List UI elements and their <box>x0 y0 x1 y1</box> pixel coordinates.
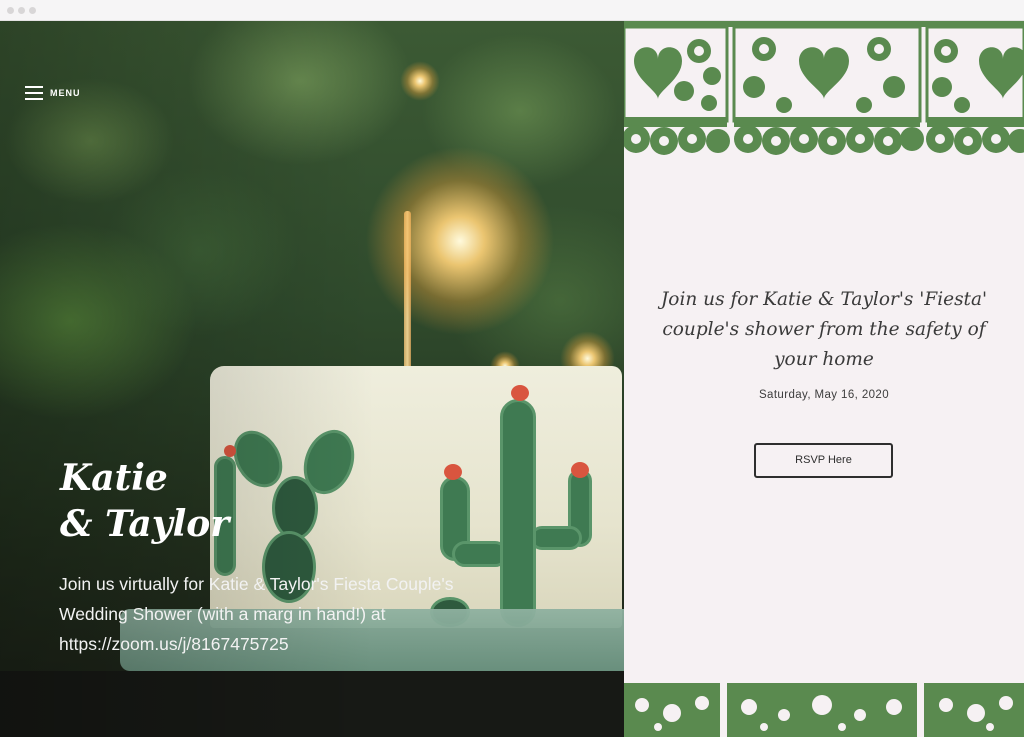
papel-picado-banner-top <box>624 21 1024 155</box>
title-line: Katie <box>60 457 168 499</box>
title-line: & Taylor <box>60 503 230 545</box>
papel-picado-banner-bottom <box>624 683 1024 737</box>
rsvp-button[interactable]: RSVP Here <box>754 443 893 478</box>
hamburger-icon <box>25 86 43 100</box>
window-dot-icon <box>29 7 36 14</box>
hero-description: Join us virtually for Katie & Taylor's F… <box>59 574 454 654</box>
event-date: Saturday, May 16, 2020 <box>758 389 890 401</box>
menu-button[interactable]: MENU <box>25 85 81 101</box>
hero-section: MENU Katie & Taylor Join us virtually fo… <box>0 21 624 737</box>
invite-text: Join us for Katie & Taylor's 'Fiesta' co… <box>660 289 988 370</box>
window-dot-icon <box>7 7 14 14</box>
menu-label: MENU <box>50 88 81 98</box>
window-dot-icon <box>18 7 25 14</box>
page-title: Katie & Taylor <box>60 455 360 547</box>
details-panel: Join us for Katie & Taylor's 'Fiesta' co… <box>624 21 1024 737</box>
browser-chrome <box>0 0 1024 21</box>
